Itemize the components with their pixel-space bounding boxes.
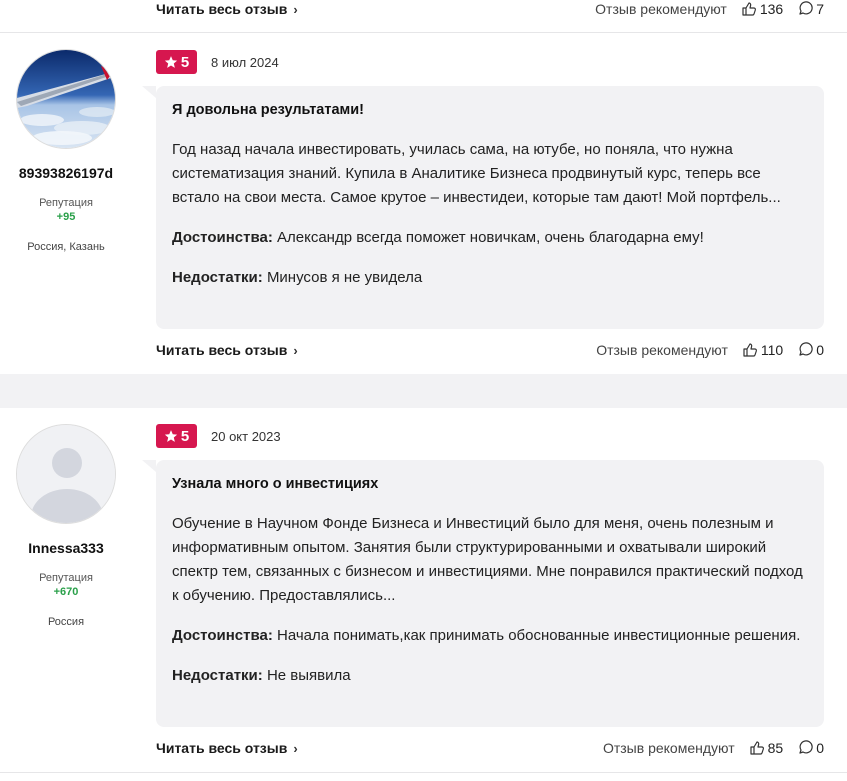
comments-count: 7 <box>816 1 824 17</box>
review-footer: Читать весь отзыв › Отзыв рекомендуют 11… <box>156 339 824 361</box>
read-more-label[interactable]: Читать весь отзыв <box>156 1 287 17</box>
thumbs-up-icon <box>750 741 764 755</box>
rating-badge: 5 <box>156 424 197 448</box>
review-card: 89393826197d Репутация +95 Россия, Казан… <box>0 33 847 374</box>
review-pros: Достоинства: Александр всегда поможет но… <box>172 226 808 250</box>
pros-label: Достоинства: <box>172 627 273 644</box>
review-card: Innessa333 Репутация +670 Россия 5 20 ок… <box>0 408 847 781</box>
review-text: Год назад начала инвестировать, училась … <box>172 141 781 206</box>
avatar[interactable] <box>16 49 116 149</box>
comments-button[interactable]: 0 <box>797 342 824 358</box>
comment-icon <box>799 740 813 754</box>
like-button[interactable]: 136 <box>741 1 783 17</box>
comments-button[interactable]: 0 <box>797 740 824 756</box>
cons-label: Недостатки: <box>172 269 263 286</box>
review-separator <box>0 374 847 408</box>
divider <box>0 772 847 773</box>
likes-count: 85 <box>767 740 784 756</box>
like-button[interactable]: 85 <box>749 740 784 756</box>
likes-count: 110 <box>760 342 784 358</box>
like-button[interactable]: 110 <box>742 342 783 358</box>
review-cons: Недостатки: Не выявила <box>172 664 808 688</box>
review-bubble: Я довольна результатами! Год назад начал… <box>142 86 824 329</box>
thumbs-up-icon <box>742 2 756 16</box>
review-footer-previous: Читать весь отзыв › Отзыв рекомендуют 13… <box>156 0 824 20</box>
rating-value: 5 <box>180 427 190 445</box>
read-more-link[interactable]: Читать весь отзыв › <box>156 740 298 756</box>
pros-label: Достоинства: <box>172 229 273 246</box>
cons-text: Минусов я не увидела <box>266 269 423 286</box>
comment-icon <box>799 1 813 15</box>
reputation-value: +670 <box>53 586 79 598</box>
airplane-wing-avatar-icon <box>17 50 115 148</box>
review-date: 8 июл 2024 <box>211 55 279 70</box>
author-username[interactable]: 89393826197d <box>0 165 136 181</box>
likes-count: 136 <box>759 1 784 17</box>
recommend-label: Отзыв рекомендуют <box>602 740 735 756</box>
recommend-label: Отзыв рекомендуют <box>595 1 727 17</box>
cons-label: Недостатки: <box>172 667 263 684</box>
review-author: 89393826197d Репутация +95 Россия, Казан… <box>16 49 116 253</box>
read-more-link[interactable]: Читать весь отзыв › <box>156 342 298 358</box>
read-more-label[interactable]: Читать весь отзыв <box>156 740 287 756</box>
read-more-label[interactable]: Читать весь отзыв <box>156 342 287 358</box>
rating-value: 5 <box>180 53 190 71</box>
reputation-value: +95 <box>56 211 76 223</box>
thumbs-up-icon <box>743 343 757 357</box>
avatar[interactable] <box>16 424 116 524</box>
cons-text: Не выявила <box>266 667 351 684</box>
comments-count: 0 <box>816 740 824 756</box>
review-pros: Достоинства: Начала понимать,как принима… <box>172 624 808 648</box>
chevron-right-icon: › <box>293 342 298 358</box>
pros-text: Начала понимать,как принимать обоснованн… <box>277 627 801 644</box>
review-footer: Читать весь отзыв › Отзыв рекомендуют 85… <box>156 737 824 759</box>
star-icon <box>164 56 177 68</box>
star-icon <box>164 430 177 442</box>
review-text: Обучение в Научном Фонде Бизнеса и Инвес… <box>172 515 803 604</box>
reputation-label: Репутация <box>39 572 93 584</box>
pros-text: Александр всегда поможет новичкам, очень… <box>277 229 704 246</box>
recommend-label: Отзыв рекомендуют <box>596 342 728 358</box>
review-bubble: Узнала много о инвестициях Обучение в На… <box>142 460 824 727</box>
review-title[interactable]: Узнала много о инвестициях <box>172 476 808 492</box>
review-author: Innessa333 Репутация +670 Россия <box>16 424 116 628</box>
review-cons: Недостатки: Минусов я не увидела <box>172 266 808 290</box>
rating-badge: 5 <box>156 50 197 74</box>
default-user-avatar-icon <box>17 425 115 523</box>
review-date: 20 окт 2023 <box>211 429 281 444</box>
author-location: Россия, Казань <box>27 241 105 253</box>
author-location: Россия <box>47 616 85 628</box>
reputation-label: Репутация <box>39 197 93 209</box>
comments-button[interactable]: 7 <box>797 1 824 17</box>
author-username[interactable]: Innessa333 <box>0 540 136 556</box>
review-title[interactable]: Я довольна результатами! <box>172 102 808 118</box>
read-more-link[interactable]: Читать весь отзыв › <box>156 1 298 17</box>
comments-count: 0 <box>816 342 824 358</box>
comment-icon <box>799 342 813 356</box>
chevron-right-icon: › <box>293 1 298 17</box>
chevron-right-icon: › <box>293 740 298 756</box>
